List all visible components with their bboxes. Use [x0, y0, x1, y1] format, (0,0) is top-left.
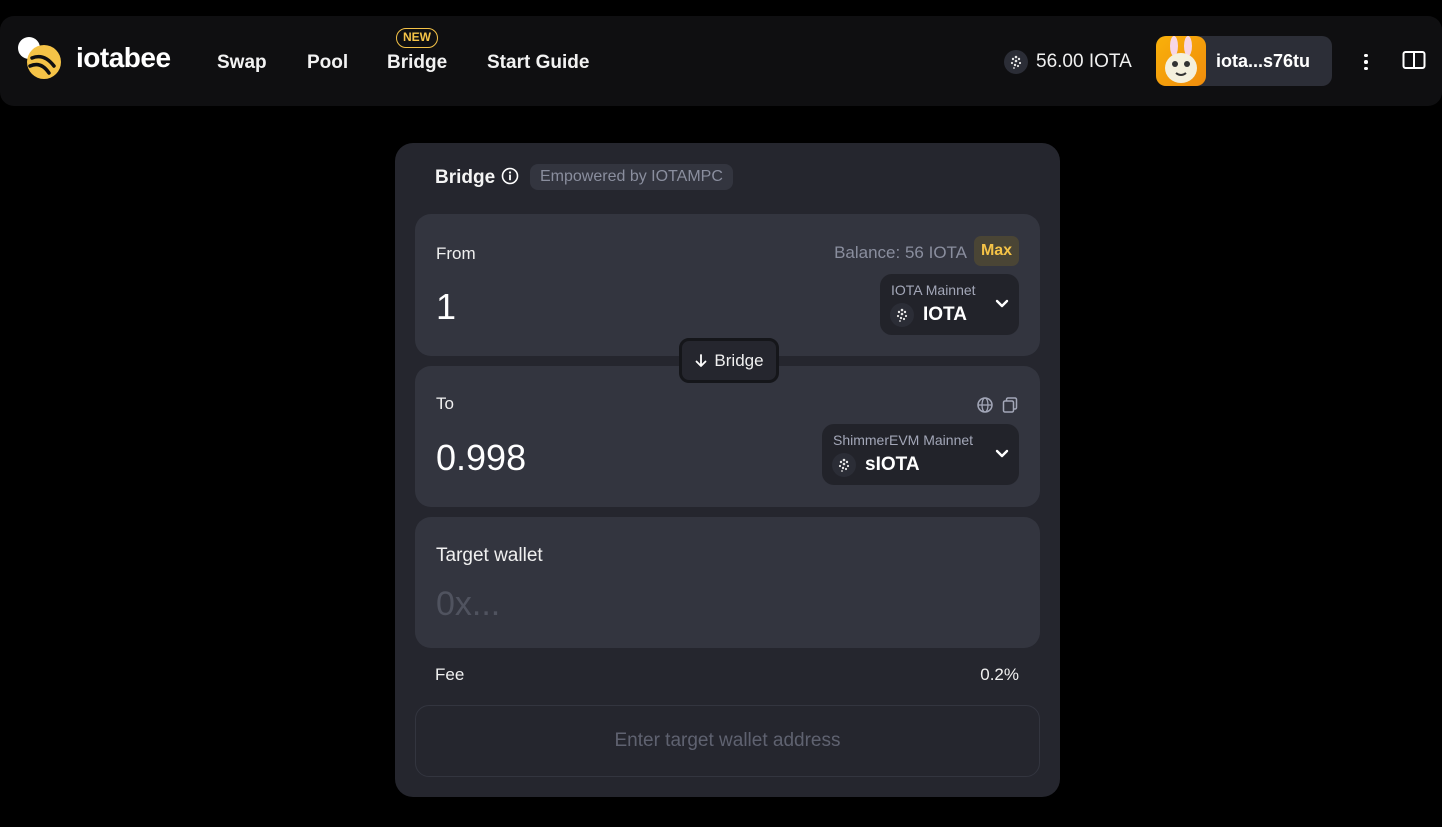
wallet-balance: 56.00 IOTA: [1004, 50, 1132, 74]
docs-book-icon[interactable]: [1402, 50, 1426, 70]
fee-value: 0.2%: [980, 665, 1019, 684]
brand-logo[interactable]: iotabee: [16, 36, 171, 80]
arrow-down-icon: [696, 353, 707, 367]
iota-coin-icon: [1004, 50, 1028, 74]
chevron-down-icon: [995, 449, 1009, 458]
to-token-name: sIOTA: [865, 454, 920, 475]
brand-name: iotabee: [76, 42, 171, 73]
balance-text: 56.00 IOTA: [1036, 51, 1132, 72]
nav-bridge[interactable]: Bridge: [387, 52, 447, 74]
powered-by-badge: Empowered by IOTAMPC: [530, 164, 733, 190]
bee-logo-icon: [16, 36, 66, 80]
copy-icon[interactable]: [1001, 396, 1019, 414]
from-balance: Balance: 56 IOTA: [834, 243, 967, 262]
top-navbar: iotabee Swap Pool NEW Bridge Start Guide…: [0, 16, 1442, 106]
more-menu-icon[interactable]: [1356, 52, 1376, 72]
card-title: Bridge: [435, 167, 496, 188]
to-chain-name: ShimmerEVM Mainnet: [833, 432, 974, 448]
to-chain-select[interactable]: ShimmerEVM Mainnet sIOTA: [822, 424, 1019, 485]
nav-pool[interactable]: Pool: [307, 52, 348, 74]
to-panel: To ShimmerEVM Mainnet: [415, 366, 1040, 507]
globe-icon[interactable]: [976, 396, 994, 414]
from-chain-name: IOTA Mainnet: [891, 282, 976, 298]
fee-label: Fee: [435, 665, 465, 684]
new-badge: NEW: [396, 28, 438, 48]
from-amount-input[interactable]: [436, 286, 736, 328]
target-wallet-panel: Target wallet: [415, 517, 1040, 648]
target-wallet-label: Target wallet: [436, 545, 543, 566]
account-button[interactable]: iota...s76tu: [1156, 36, 1332, 86]
max-button[interactable]: Max: [974, 236, 1019, 266]
from-label: From: [436, 244, 476, 263]
avatar: [1156, 36, 1206, 86]
nav-start-guide[interactable]: Start Guide: [487, 52, 589, 74]
nav-swap[interactable]: Swap: [217, 52, 267, 74]
account-address: iota...s76tu: [1216, 50, 1311, 71]
target-wallet-input[interactable]: [436, 585, 1016, 624]
iota-token-icon: [890, 303, 914, 327]
chevron-down-icon: [995, 299, 1009, 308]
from-chain-select[interactable]: IOTA Mainnet IOTA: [880, 274, 1019, 335]
to-label: To: [436, 394, 454, 413]
bridge-direction-button[interactable]: Bridge: [679, 338, 779, 383]
to-amount-output: [436, 437, 736, 479]
from-panel: From Balance: 56 IOTA Max IOTA Mainnet I…: [415, 214, 1040, 356]
info-icon[interactable]: [501, 167, 519, 185]
bridge-card: Bridge Empowered by IOTAMPC From Balance…: [395, 143, 1060, 797]
from-token-name: IOTA: [923, 304, 967, 325]
submit-button[interactable]: Enter target wallet address: [415, 705, 1040, 777]
siota-token-icon: [832, 453, 856, 477]
bridge-direction-label: Bridge: [714, 350, 764, 370]
